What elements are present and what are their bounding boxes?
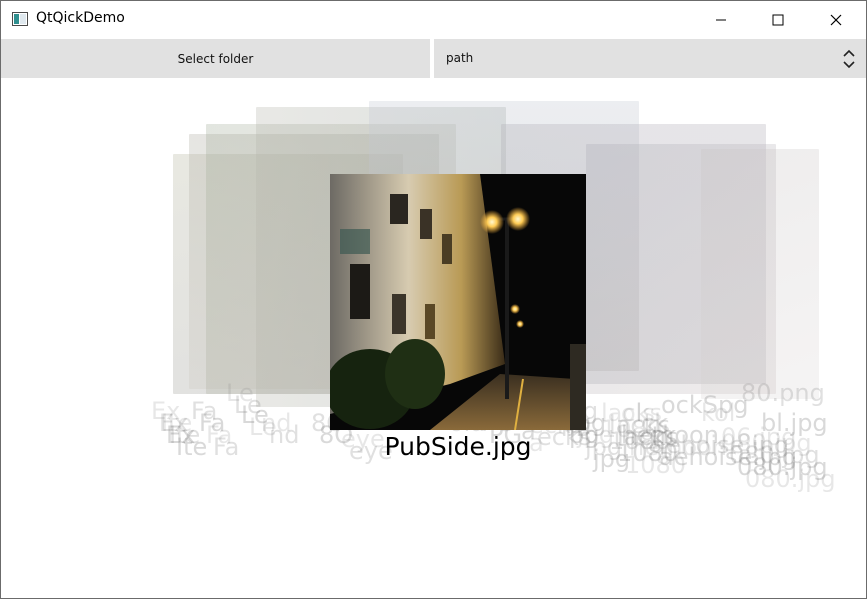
minimize-icon [716, 19, 726, 20]
toolbar: Select folder path [1, 38, 866, 79]
image-viewer[interactable]: Ex Ex Ex Ite Ite Ite Le Le Le Le Fa Fa Fa Fa ockSpg lac… [1, 79, 866, 598]
select-folder-label: Select folder [177, 51, 254, 66]
background-cover [701, 149, 819, 399]
street-photo [330, 174, 586, 430]
background-filename-label: Ite [176, 433, 208, 461]
maximize-icon [772, 14, 784, 25]
maximize-button[interactable] [755, 1, 801, 38]
close-button[interactable] [813, 1, 859, 38]
path-combobox[interactable]: path [434, 39, 866, 78]
close-icon [830, 14, 842, 25]
path-value: path [446, 51, 474, 65]
window-title: QtQickDemo [36, 10, 125, 26]
background-filename-label: nd [269, 421, 300, 449]
minimize-button[interactable] [698, 1, 744, 38]
title-bar[interactable]: QtQickDemo [1, 1, 866, 38]
image-caption: PubSide.jpg [384, 432, 532, 461]
background-filename-label: 080.jpg [745, 465, 836, 493]
current-image[interactable] [330, 174, 586, 430]
background-filename-label: Fa [213, 433, 240, 461]
app-window-icon [12, 12, 28, 26]
select-folder-button[interactable]: Select folder [1, 39, 430, 78]
background-filename-label: 80.png [741, 379, 825, 407]
up-down-chevron-icon [843, 49, 855, 69]
app-window: QtQickDemo Select folder path Ex Ex Ex I… [0, 0, 867, 599]
